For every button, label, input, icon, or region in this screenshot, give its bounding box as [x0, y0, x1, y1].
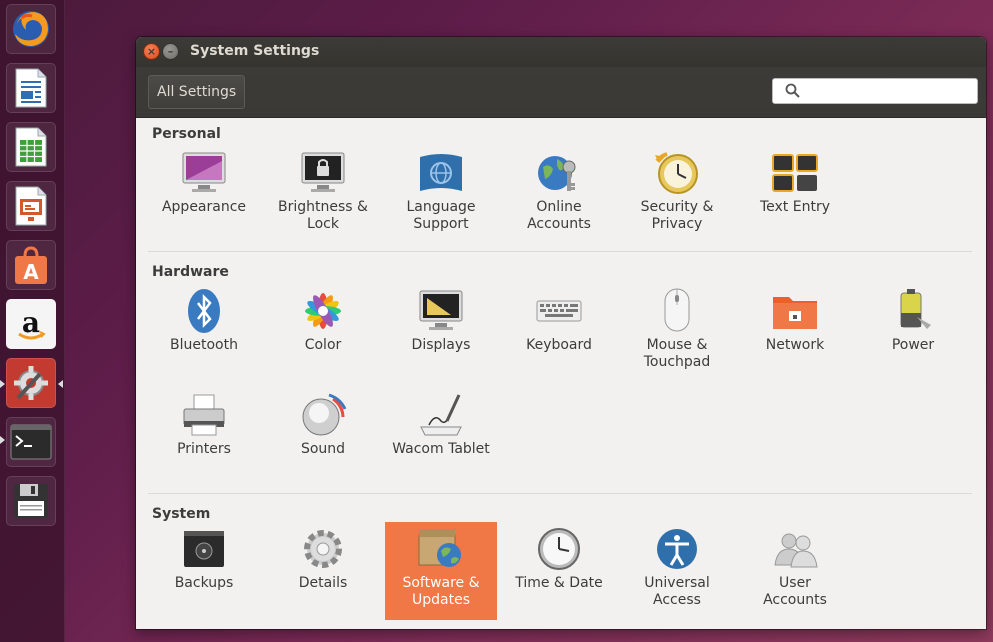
minimize-icon: –	[167, 45, 174, 58]
minimize-button[interactable]: –	[163, 44, 178, 59]
bluetooth-icon	[188, 289, 220, 333]
running-indicator	[0, 436, 5, 444]
item-label: Text Entry	[759, 199, 830, 215]
text-entry-icon	[772, 154, 818, 192]
item-label: Bluetooth	[170, 337, 238, 353]
item-online-accounts[interactable]: Online Accounts	[503, 149, 615, 247]
item-label: Mouse & Touchpad	[643, 337, 711, 370]
power-icon	[900, 289, 931, 329]
toolbar: All Settings	[136, 67, 986, 118]
libreoffice-calc-icon[interactable]	[6, 122, 56, 172]
section-divider	[148, 251, 972, 252]
item-wacom-tablet[interactable]: Wacom Tablet	[385, 391, 497, 489]
details-icon	[304, 530, 342, 568]
launcher: A a	[0, 0, 65, 642]
firefox-icon[interactable]	[6, 4, 56, 54]
item-security-privacy[interactable]: Security & Privacy	[621, 149, 733, 247]
item-printers[interactable]: Printers	[148, 391, 260, 489]
section-title-hardware: Hardware	[152, 264, 229, 280]
item-label: Wacom Tablet	[392, 441, 490, 457]
system-settings-window: × – System Settings All Settings Persona…	[136, 37, 986, 629]
svg-text:A: A	[23, 260, 39, 284]
item-details[interactable]: Details	[267, 525, 379, 623]
close-icon: ×	[146, 45, 157, 58]
search-input[interactable]	[809, 81, 973, 101]
wacom-tablet-icon	[420, 394, 462, 436]
amazon-icon[interactable]: a	[6, 299, 56, 349]
section-title-system: System	[152, 506, 211, 522]
user-accounts-icon	[774, 533, 818, 568]
item-label: Backups	[174, 575, 234, 591]
settings-panel: Personal Appearance Brightness & Lock La…	[136, 118, 986, 629]
item-brightness-lock[interactable]: Brightness & Lock	[267, 149, 379, 247]
save-disk-icon[interactable]	[6, 476, 56, 526]
close-button[interactable]: ×	[144, 44, 159, 59]
section-divider	[148, 493, 972, 494]
item-label: Sound	[300, 441, 346, 457]
item-bluetooth[interactable]: Bluetooth	[148, 287, 260, 385]
system-settings-icon[interactable]	[6, 358, 56, 408]
universal-access-icon	[657, 529, 697, 569]
section-title-personal: Personal	[152, 126, 221, 142]
window-title: System Settings	[190, 43, 320, 59]
item-label: Universal Access	[644, 575, 710, 608]
search-box	[772, 78, 978, 104]
item-label: Keyboard	[526, 337, 592, 353]
printers-icon	[183, 394, 225, 436]
item-network[interactable]: Network	[739, 287, 851, 385]
item-label: Time & Date	[515, 575, 603, 591]
brightness-lock-icon	[301, 152, 345, 192]
item-label: Appearance	[161, 199, 247, 215]
all-settings-button[interactable]: All Settings	[148, 75, 246, 109]
mouse-touchpad-icon	[664, 288, 690, 332]
item-appearance[interactable]: Appearance	[148, 149, 260, 247]
ubuntu-software-center-icon[interactable]: A	[6, 240, 56, 290]
item-label: Power	[891, 337, 935, 353]
item-label: Security & Privacy	[640, 199, 714, 232]
item-label: Color	[304, 337, 342, 353]
item-universal-access[interactable]: Universal Access	[621, 525, 733, 623]
item-sound[interactable]: Sound	[267, 391, 379, 489]
item-backups[interactable]: Backups	[148, 525, 260, 623]
running-indicator	[0, 380, 5, 388]
focused-indicator	[58, 380, 63, 388]
keyboard-icon	[536, 300, 582, 322]
item-displays[interactable]: Displays	[385, 287, 497, 385]
item-software-updates[interactable]: Software & Updates	[385, 522, 497, 620]
libreoffice-impress-icon[interactable]	[6, 181, 56, 231]
item-language-support[interactable]: Language Support	[385, 149, 497, 247]
item-label: Details	[298, 575, 348, 591]
color-icon	[305, 293, 341, 329]
item-user-accounts[interactable]: User Accounts	[739, 525, 851, 623]
online-accounts-icon	[538, 156, 576, 191]
backups-icon	[184, 531, 224, 567]
terminal-icon[interactable]	[6, 417, 56, 467]
item-power[interactable]: Power	[857, 287, 969, 385]
software-updates-icon	[418, 529, 461, 567]
item-color[interactable]: Color	[267, 287, 379, 385]
displays-icon	[419, 290, 463, 330]
item-mouse-touchpad[interactable]: Mouse & Touchpad	[621, 287, 733, 385]
appearance-icon	[182, 152, 226, 192]
item-label: Software & Updates	[402, 575, 480, 608]
time-date-icon	[538, 528, 580, 570]
network-icon	[773, 297, 817, 329]
item-label: Displays	[411, 337, 471, 353]
titlebar: × – System Settings	[136, 37, 986, 67]
item-label: Network	[765, 337, 825, 353]
svg-text:a: a	[22, 306, 40, 339]
libreoffice-writer-icon[interactable]	[6, 63, 56, 113]
item-label: Online Accounts	[527, 199, 591, 232]
item-label: User Accounts	[763, 575, 827, 608]
item-time-date[interactable]: Time & Date	[503, 525, 615, 623]
sound-icon	[302, 393, 347, 436]
search-icon	[785, 83, 800, 98]
language-support-icon	[420, 154, 462, 191]
item-label: Printers	[177, 441, 231, 457]
item-keyboard[interactable]: Keyboard	[503, 287, 615, 385]
item-text-entry[interactable]: Text Entry	[739, 149, 851, 247]
item-label: Language Support	[406, 199, 476, 232]
security-privacy-icon	[655, 152, 698, 194]
item-label: Brightness & Lock	[278, 199, 368, 232]
